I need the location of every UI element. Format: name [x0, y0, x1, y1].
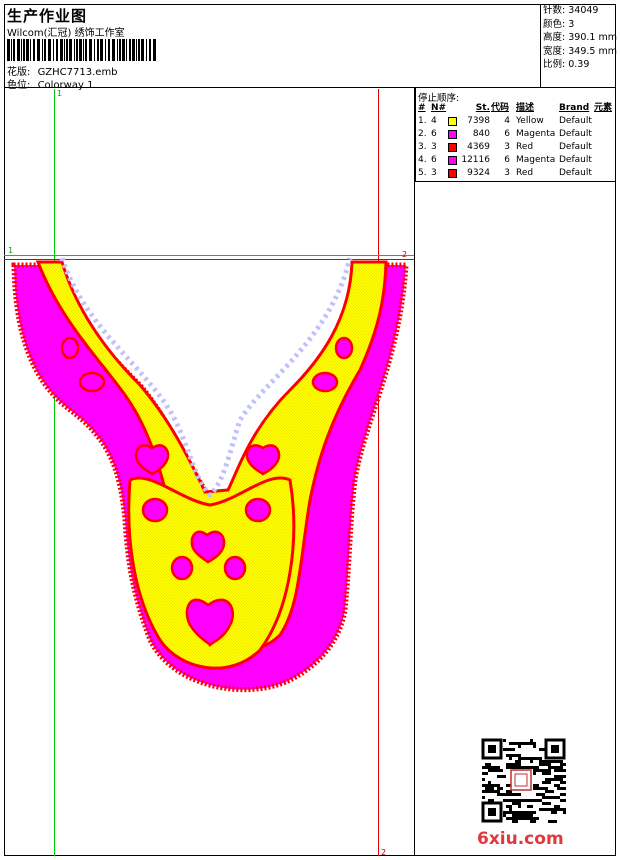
drop-motif [78, 371, 106, 393]
drop-motif [60, 336, 80, 360]
drop-motif [170, 555, 194, 581]
drop-motif [244, 497, 272, 523]
embroidery-collar-design [11, 257, 409, 693]
drop-motif [334, 336, 354, 360]
qr-code [481, 738, 566, 823]
drop-motif [311, 371, 339, 393]
drop-motif [223, 555, 247, 581]
drop-motif [141, 497, 169, 523]
watermark-brand: 6xiu.com [477, 829, 564, 849]
